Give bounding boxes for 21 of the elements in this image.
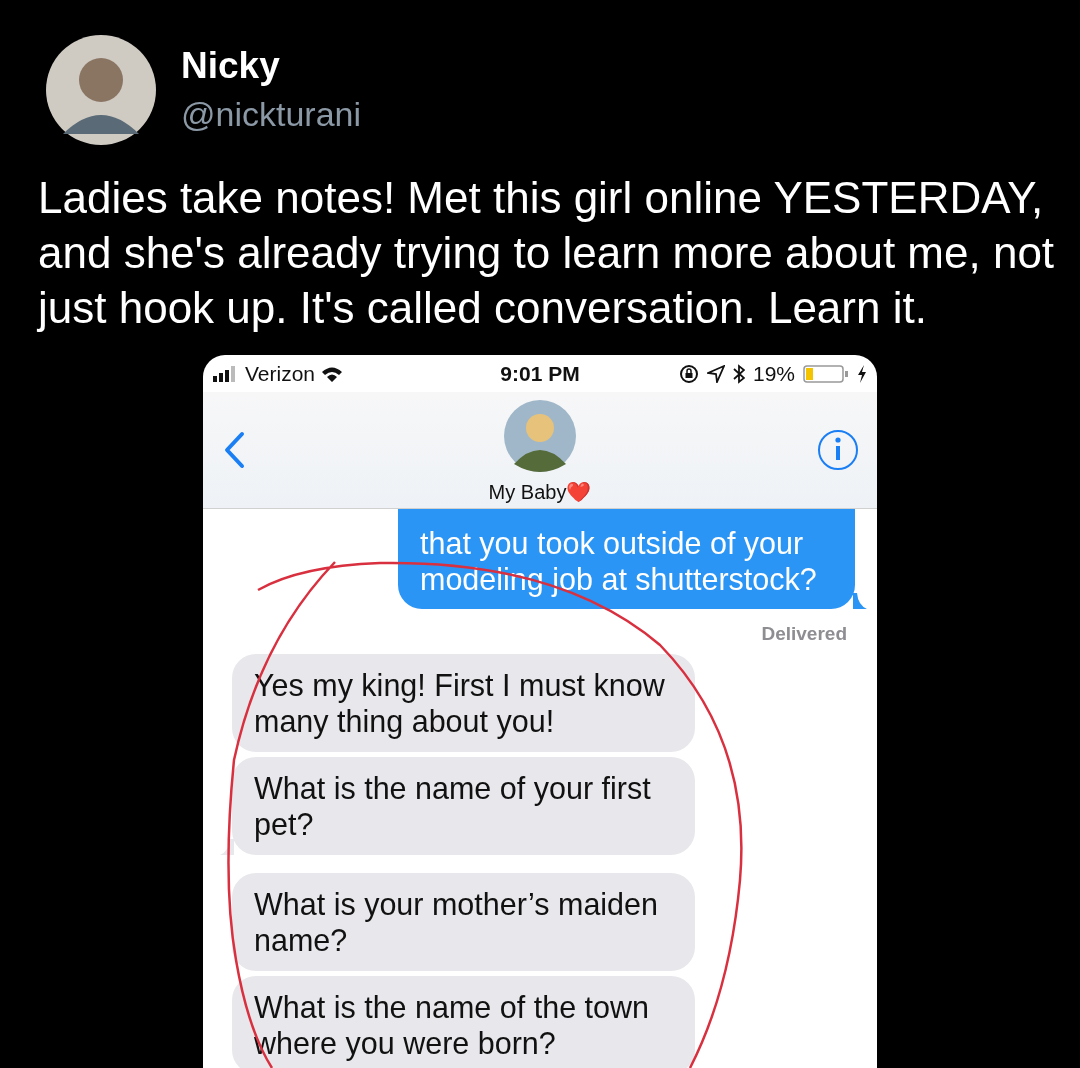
author-name[interactable]: Nicky <box>181 44 362 88</box>
rotation-lock-icon <box>678 364 699 384</box>
info-icon[interactable] <box>817 429 859 471</box>
received-message: What is your mother’s maiden name? <box>232 873 695 971</box>
charging-bolt-icon <box>857 365 867 383</box>
contact-avatar[interactable] <box>504 400 576 472</box>
clock-time: 9:01 PM <box>500 362 580 386</box>
bluetooth-icon <box>732 364 745 384</box>
carrier-name: Verizon <box>245 362 316 386</box>
bubble-tail <box>853 593 867 609</box>
back-chevron-icon[interactable] <box>223 431 245 469</box>
delivery-status: Delivered <box>761 623 847 645</box>
bubble-tail <box>220 839 234 855</box>
tweet-text: Ladies take notes! Met this girl online YESTERDAY, and she's already trying to learn more about me, not just hook up. It's called conversation. Learn it. <box>38 172 1056 334</box>
received-message: Yes my king! First I must know many thing about you! <box>232 654 695 752</box>
author-handle[interactable]: @nickturani <box>181 92 362 136</box>
wifi-icon <box>321 366 344 382</box>
contact-name[interactable]: My Baby❤ <box>488 480 592 504</box>
battery-percent: 19% <box>752 362 795 386</box>
battery-icon <box>803 364 849 384</box>
location-arrow-icon <box>706 365 725 383</box>
